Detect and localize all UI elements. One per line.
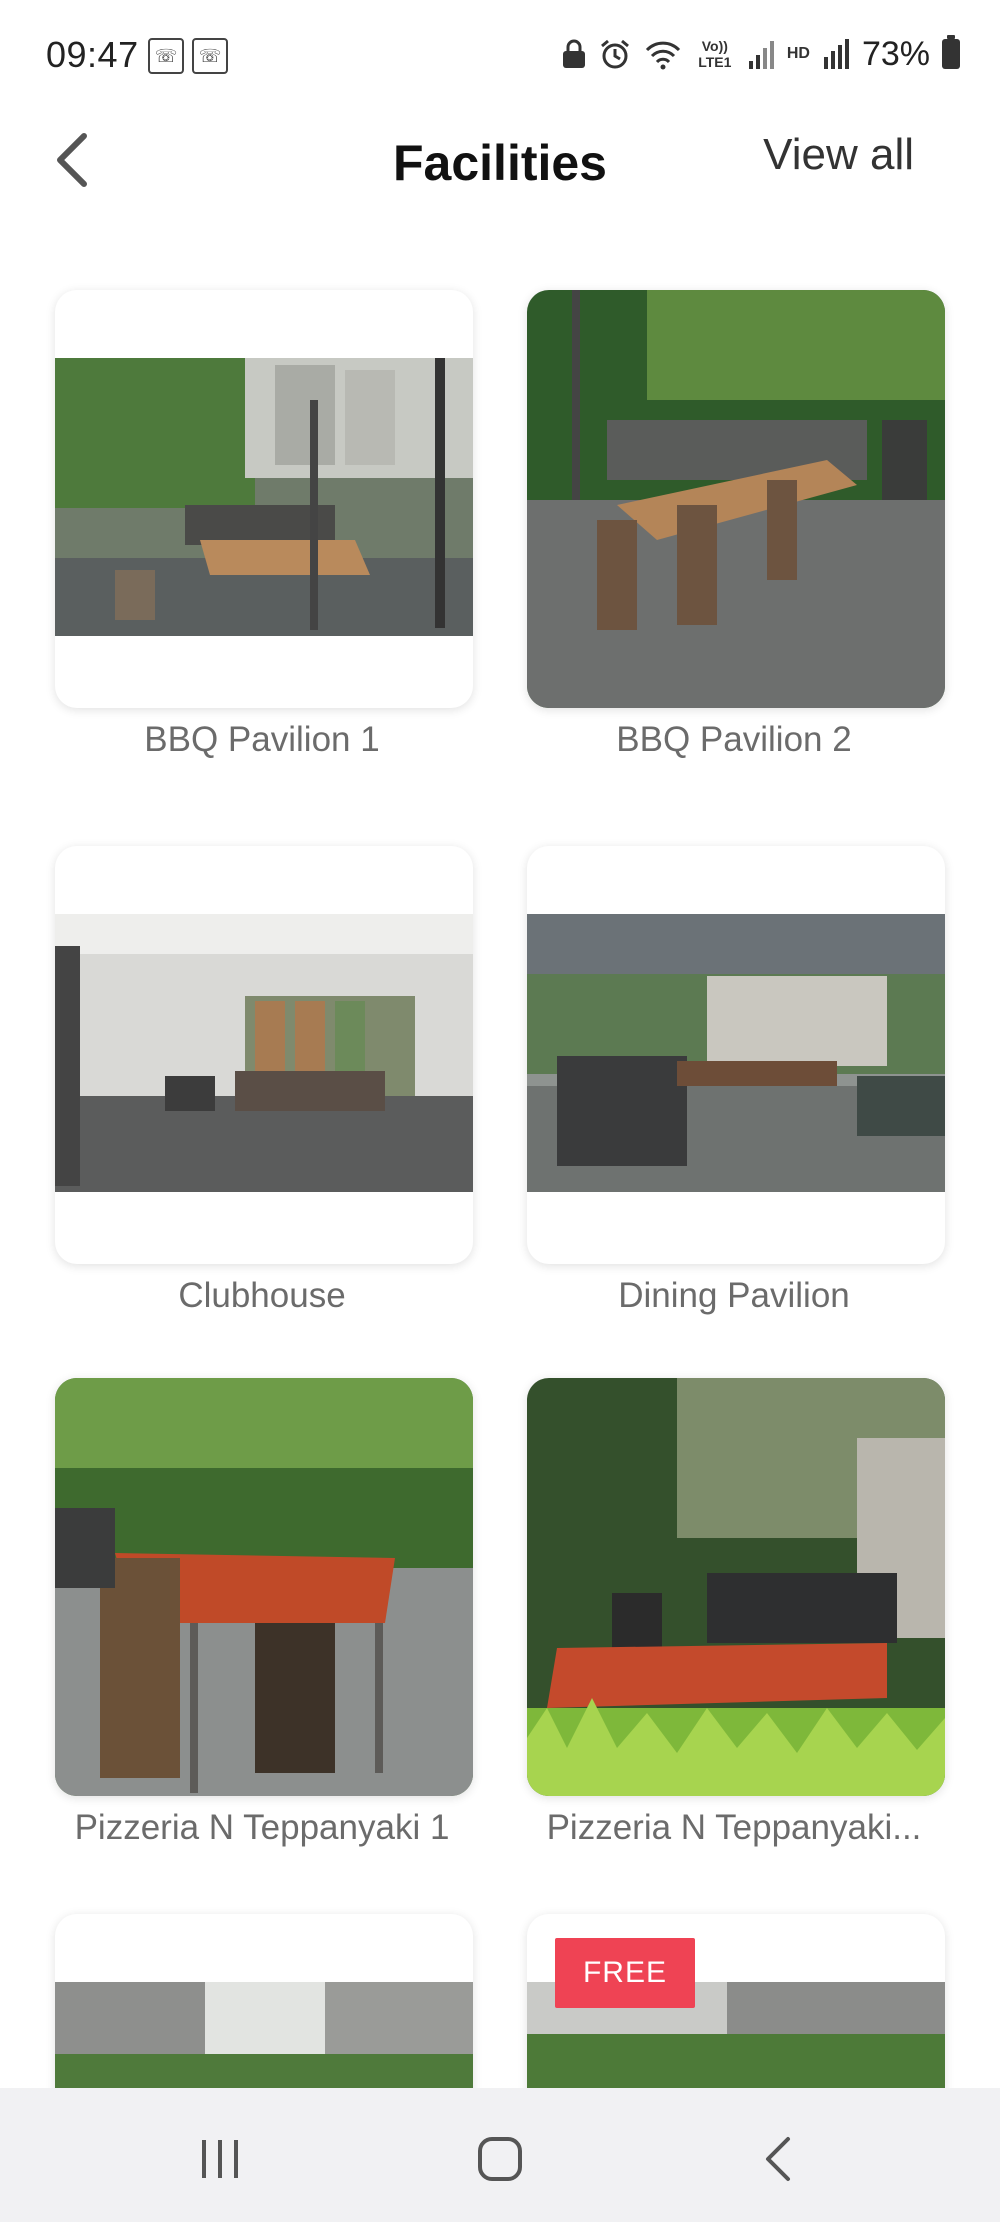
back-icon — [766, 2137, 790, 2181]
wifi-icon — [643, 37, 683, 71]
home-button[interactable] — [460, 2124, 540, 2194]
battery-icon — [942, 35, 960, 69]
call-notification-icon: ☏ — [192, 38, 228, 74]
status-icons: Vo)) LTE1 HD 73% — [561, 34, 960, 74]
status-time: 09:47 — [46, 34, 139, 75]
volte-icon: Vo)) LTE1 — [698, 38, 732, 70]
status-bar: 09:47 ☏ ☏ Vo)) LTE1 HD 73% — [0, 0, 1000, 110]
recent-apps-icon — [202, 2140, 238, 2178]
facility-name: Pizzeria N Teppanyaki... — [546, 1808, 922, 1847]
facility-photo — [55, 358, 473, 636]
nav-back-button[interactable] — [740, 2124, 820, 2194]
call-notification-icon: ☏ — [148, 38, 184, 74]
facility-name: Pizzeria N Teppanyaki 1 — [74, 1808, 450, 1847]
signal-icon — [822, 37, 850, 71]
home-icon — [478, 2137, 522, 2181]
header: Facilities View all — [0, 110, 1000, 220]
facility-photo — [527, 290, 945, 708]
free-badge: FREE — [555, 1938, 695, 2008]
facility-card[interactable] — [55, 846, 473, 1264]
facility-name: BBQ Pavilion 2 — [616, 720, 852, 759]
battery-percent: 73% — [861, 34, 930, 73]
view-all-link[interactable]: View all — [763, 130, 914, 180]
system-nav-bar — [0, 2088, 1000, 2222]
lock-icon — [561, 37, 587, 71]
facility-card[interactable] — [527, 846, 945, 1264]
facility-name: Dining Pavilion — [618, 1276, 850, 1315]
facility-photo — [527, 914, 945, 1192]
facility-name: BBQ Pavilion 1 — [144, 720, 380, 759]
facility-photo — [527, 1378, 945, 1796]
facility-photo — [55, 1378, 473, 1796]
facility-card[interactable] — [527, 1378, 945, 1796]
facility-card[interactable] — [527, 290, 945, 708]
hd-icon: HD — [786, 45, 810, 62]
alarm-icon — [599, 37, 631, 71]
facility-photo — [55, 914, 473, 1192]
facility-card[interactable] — [55, 290, 473, 708]
signal-icon — [747, 37, 775, 71]
facility-name: Clubhouse — [178, 1276, 346, 1315]
facility-card[interactable] — [55, 1378, 473, 1796]
recent-apps-button[interactable] — [180, 2124, 260, 2194]
